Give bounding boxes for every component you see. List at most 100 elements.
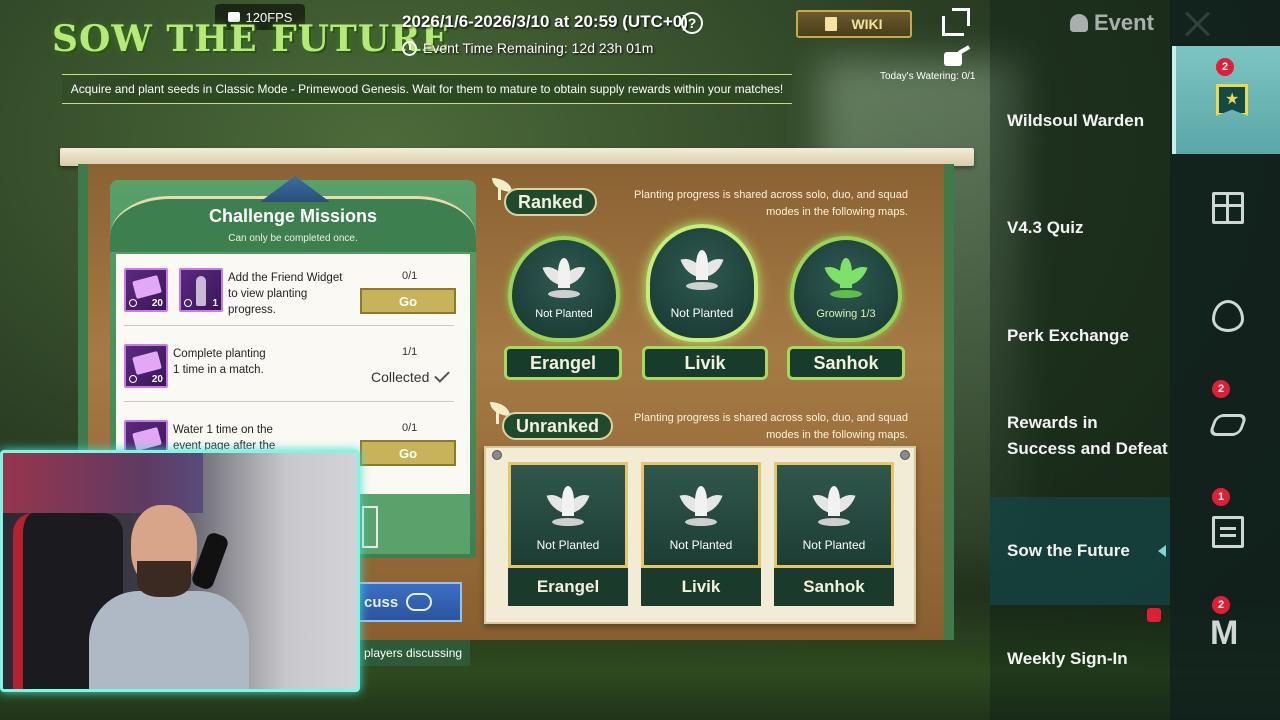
- timezone-text: (UTC+0): [622, 12, 688, 31]
- active-arrow-icon: [1158, 545, 1166, 557]
- sidebar-item-quiz[interactable]: V4.3 Quiz: [990, 215, 1170, 241]
- gift-icon: [1212, 192, 1244, 224]
- challenge-footer-button[interactable]: [362, 506, 378, 548]
- reward-count: 20: [151, 374, 163, 385]
- gift-badge-icon: [1147, 608, 1161, 622]
- timer-icon: [129, 299, 137, 307]
- document-icon: [1212, 516, 1244, 548]
- ranked-map-livik[interactable]: Livik: [642, 346, 768, 380]
- unranked-slot-livik[interactable]: Not Planted Livik: [641, 462, 761, 610]
- reward-count: 1: [212, 298, 218, 309]
- tab-wildsoul-warden[interactable]: 2: [1172, 46, 1280, 154]
- slot-map-name: Sanhok: [774, 568, 894, 606]
- club-icon: [406, 593, 433, 611]
- ranked-label: Ranked: [504, 188, 598, 216]
- mission-go-button[interactable]: Go: [360, 288, 456, 314]
- unranked-note: Planting progress is shared across solo,…: [634, 412, 908, 441]
- challenge-missions-subtitle: Can only be completed once.: [228, 233, 358, 244]
- discuss-label: cuss: [364, 593, 399, 611]
- sidebar-item-label: Sow the Future: [1007, 541, 1130, 560]
- m-logo-icon: M: [1210, 614, 1239, 652]
- mission-text: Complete planting 1 time in a match.: [173, 348, 266, 376]
- sprout-icon: [542, 258, 586, 302]
- timer-icon: [129, 375, 137, 383]
- slot-status: Not Planted: [802, 538, 866, 552]
- tab-quiz[interactable]: [1172, 154, 1280, 262]
- star-banner-icon: [1216, 84, 1248, 116]
- todays-watering: Today's Watering: 0/1: [880, 71, 976, 82]
- sprout-icon: [546, 486, 590, 530]
- players-discussing: players discussing: [356, 640, 470, 666]
- timer-icon: [184, 299, 192, 307]
- ranked-pot-livik[interactable]: Not Planted: [646, 224, 758, 342]
- sidebar-item-perk-exchange[interactable]: Perk Exchange: [990, 323, 1170, 349]
- wall-poster: [3, 453, 203, 513]
- book-icon: [825, 17, 838, 31]
- reward-card-icon: 20: [124, 344, 168, 388]
- unranked-label: Unranked: [502, 412, 614, 440]
- watering-can-icon[interactable]: [938, 44, 971, 68]
- notification-badge: 2: [1212, 596, 1230, 614]
- ranked-map-sanhok[interactable]: Sanhok: [787, 346, 905, 380]
- notification-badge: 2: [1212, 380, 1230, 398]
- ranked-pot-erangel[interactable]: Not Planted: [508, 236, 620, 342]
- pot-status: Growing 1/3: [816, 308, 876, 320]
- unranked-slot-erangel[interactable]: Not Planted Erangel: [508, 462, 628, 610]
- share-icon[interactable]: [938, 6, 974, 38]
- ranked-pot-sanhok[interactable]: Growing 1/3: [790, 236, 902, 342]
- help-button[interactable]: ?: [681, 12, 703, 34]
- mission-progress: 1/1: [402, 346, 418, 358]
- sprout-icon: [812, 486, 856, 530]
- slot-status: Not Planted: [669, 538, 733, 552]
- wiki-button[interactable]: WIKI: [796, 10, 912, 38]
- wiki-label: WIKI: [851, 16, 883, 32]
- checkmark-icon: [434, 367, 451, 383]
- reward-outfit-icon: 1: [179, 268, 223, 312]
- date-range-text: 2026/1/6-2026/3/10 at 20:59: [402, 12, 618, 31]
- time-remaining: Event Time Remaining: 12d 23h 01m: [402, 40, 653, 56]
- clock-icon: [402, 40, 417, 56]
- sprout-icon: [679, 486, 723, 530]
- streamer-beard: [137, 561, 191, 597]
- slot-map-name: Erangel: [508, 568, 628, 606]
- notification-badge: 2: [1216, 58, 1234, 76]
- mission-item: 20 1 Add the Friend Widget to view plant…: [116, 254, 470, 326]
- event-description-banner: Acquire and plant seeds in Classic Mode …: [62, 74, 792, 104]
- handshake-icon: [1207, 414, 1249, 436]
- sidebar-item-wildsoul-warden[interactable]: Wildsoul Warden: [990, 108, 1170, 134]
- discuss-button[interactable]: cuss: [356, 582, 462, 622]
- mission-progress: 0/1: [402, 422, 418, 434]
- tab-perk-exchange[interactable]: [1172, 262, 1280, 370]
- ranked-note: Planting progress is shared across solo,…: [634, 189, 908, 218]
- sidebar-item-rewards[interactable]: Rewards in Success and Defeat: [990, 410, 1170, 474]
- event-date-range: 2026/1/6-2026/3/10 at 20:59 (UTC+0): [402, 12, 688, 32]
- mission-text: Add the Friend Widget to view planting p…: [228, 272, 343, 316]
- collected-label: Collected: [371, 369, 430, 385]
- pot-status: Not Planted: [670, 306, 734, 320]
- streamer-webcam: [0, 450, 360, 692]
- reward-count: 20: [151, 298, 163, 309]
- slot-map-name: Livik: [641, 568, 761, 606]
- mission-item: 20 Complete planting 1 time in a match. …: [116, 330, 470, 402]
- ranked-map-erangel[interactable]: Erangel: [504, 346, 622, 380]
- event-title: SOW THE FUTURE: [52, 18, 450, 60]
- mission-collected-status: Collected: [371, 367, 451, 385]
- sprout-icon: [680, 250, 724, 294]
- growing-sprout-icon: [824, 258, 868, 302]
- notification-badge: 1: [1212, 488, 1230, 506]
- reward-card-icon: 20: [124, 268, 168, 312]
- flame-icon: [1212, 300, 1244, 332]
- tab-rewards[interactable]: 2: [1172, 370, 1280, 478]
- sidebar-item-weekly-sign-in[interactable]: Weekly Sign-In: [990, 646, 1170, 672]
- challenge-missions-title: Challenge Missions: [208, 206, 378, 226]
- mission-progress: 0/1: [402, 270, 418, 282]
- tab-weekly-sign-in[interactable]: M 2: [1172, 586, 1280, 694]
- tab-sow-the-future[interactable]: 1: [1172, 478, 1280, 586]
- pin-icon: [900, 450, 910, 460]
- mission-go-button[interactable]: Go: [360, 440, 456, 466]
- slot-status: Not Planted: [536, 538, 600, 552]
- streamer-body: [89, 591, 249, 689]
- pin-icon: [492, 450, 502, 460]
- unranked-slot-sanhok[interactable]: Not Planted Sanhok: [774, 462, 894, 610]
- sidebar-item-sow-the-future[interactable]: Sow the Future: [990, 497, 1170, 605]
